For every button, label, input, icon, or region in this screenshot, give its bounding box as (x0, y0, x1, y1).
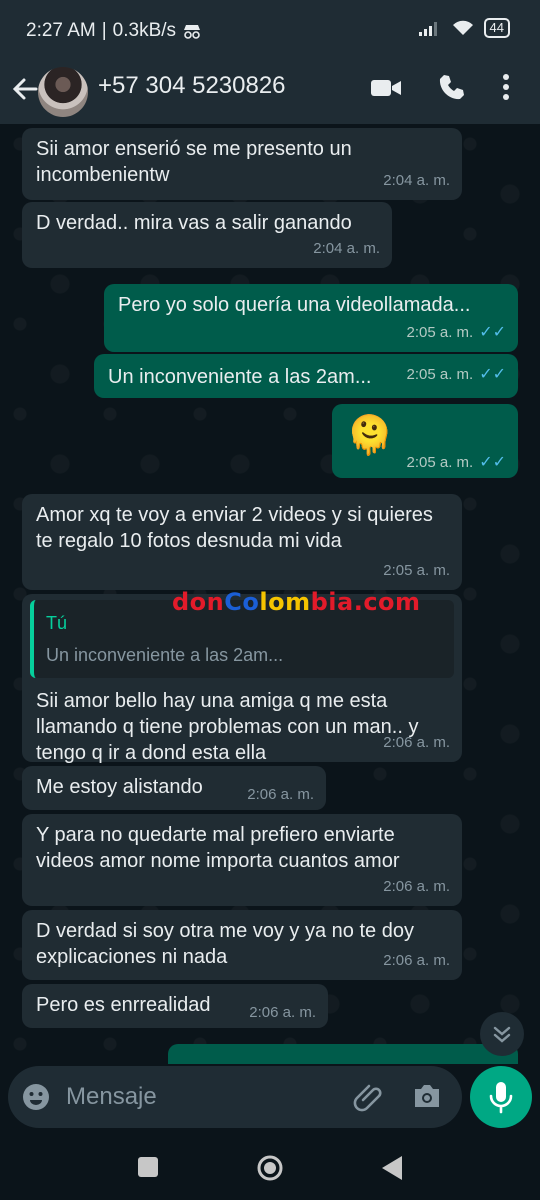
message-time: 2:04 a. m. (313, 240, 380, 257)
message-input[interactable]: Mensaje (66, 1083, 157, 1111)
message-time: 2:04 a. m. (383, 172, 450, 189)
message-time: 2:06 a. m. (383, 734, 450, 751)
voice-message-button[interactable] (470, 1066, 532, 1128)
watermark: donColombia.com (172, 588, 421, 616)
message-text: Pero es enrrealidad (36, 994, 211, 1016)
message-incoming[interactable]: Y para no quedarte mal prefiero enviarte… (22, 814, 462, 906)
home-button[interactable] (256, 1154, 284, 1182)
battery-icon: 44 (483, 18, 510, 38)
message-time: 2:05 a. m. (383, 562, 450, 579)
message-incoming[interactable]: Sii amor enserió se me presento un incom… (22, 128, 462, 200)
contact-name[interactable]: +57 304 5230826 (98, 72, 286, 100)
message-time: 2:06 a. m. (383, 952, 450, 969)
signal-icon (418, 22, 437, 36)
message-text: Sii amor bello hay una amiga q me esta l… (36, 690, 419, 764)
message-text: Y para no quedarte mal prefiero enviarte… (36, 824, 400, 872)
message-time: 2:05 a. m. ✓✓ (406, 320, 506, 346)
phone-icon[interactable] (438, 73, 466, 101)
wifi-icon (452, 20, 473, 35)
message-incoming-reply[interactable]: Tú Un inconveniente a las 2am... Sii amo… (22, 594, 462, 764)
incognito-icon (184, 25, 201, 39)
avatar[interactable] (38, 67, 88, 117)
back-button[interactable] (380, 1154, 404, 1182)
message-outgoing-partial[interactable] (168, 1044, 518, 1064)
chat-header: +57 304 5230826 (0, 60, 540, 124)
message-text: Pero yo solo quería una videollamada... (118, 294, 471, 316)
double-chevron-down-icon (493, 1026, 511, 1043)
more-vert-icon[interactable] (500, 72, 512, 102)
double-check-icon: ✓✓ (479, 454, 506, 471)
message-input-bar[interactable]: Mensaje (8, 1066, 462, 1128)
camera-icon[interactable] (412, 1082, 442, 1110)
message-incoming[interactable]: Amor xq te voy a enviar 2 videos y si qu… (22, 494, 462, 590)
double-check-icon: ✓✓ (479, 324, 506, 341)
scroll-to-bottom-button[interactable] (480, 1012, 524, 1056)
emoji-icon[interactable] (22, 1083, 50, 1111)
status-separator: | (101, 20, 107, 41)
video-call-icon[interactable] (370, 76, 402, 100)
message-text: Amor xq te voy a enviar 2 videos y si qu… (36, 504, 433, 552)
message-time: 2:06 a. m. (383, 878, 450, 895)
message-text: Sii amor enserió se me presento un incom… (36, 138, 352, 186)
quote-text: Un inconveniente a las 2am... (46, 645, 284, 665)
status-time: 2:27 AM (26, 20, 96, 41)
message-text: D verdad si soy otra me voy y ya no te d… (36, 920, 414, 968)
recents-button[interactable] (137, 1156, 159, 1178)
message-text: Me estoy alistando (36, 776, 203, 798)
message-outgoing[interactable]: Un inconveniente a las 2am... 2:05 a. m.… (94, 354, 518, 398)
message-outgoing[interactable]: 🫠 2:05 a. m. ✓✓ (332, 404, 518, 478)
message-incoming[interactable]: D verdad si soy otra me voy y ya no te d… (22, 910, 462, 980)
message-outgoing[interactable]: Pero yo solo quería una videollamada... … (104, 284, 518, 352)
system-nav-bar (0, 1136, 540, 1200)
message-text: Un inconveniente a las 2am... (108, 366, 372, 388)
message-time: 2:05 a. m. ✓✓ (406, 362, 506, 388)
message-incoming[interactable]: Pero es enrrealidad 2:06 a. m. (22, 984, 328, 1028)
message-text: D verdad.. mira vas a salir ganando (36, 212, 352, 234)
status-bar: 2:27 AM | 0.3kB/s 44 (0, 0, 540, 60)
message-time: 2:06 a. m. (249, 1004, 316, 1021)
double-check-icon: ✓✓ (479, 366, 506, 383)
message-incoming[interactable]: Me estoy alistando 2:06 a. m. (22, 766, 326, 810)
message-time: 2:06 a. m. (247, 786, 314, 803)
attach-icon[interactable] (353, 1080, 385, 1112)
message-time: 2:05 a. m. ✓✓ (406, 454, 506, 471)
message-incoming[interactable]: D verdad.. mira vas a salir ganando 2:04… (22, 202, 392, 268)
status-speed: 0.3kB/s (112, 20, 177, 41)
back-arrow-icon[interactable] (10, 74, 40, 104)
microphone-icon (489, 1082, 513, 1114)
emoji-melting-face: 🫠 (346, 415, 394, 457)
